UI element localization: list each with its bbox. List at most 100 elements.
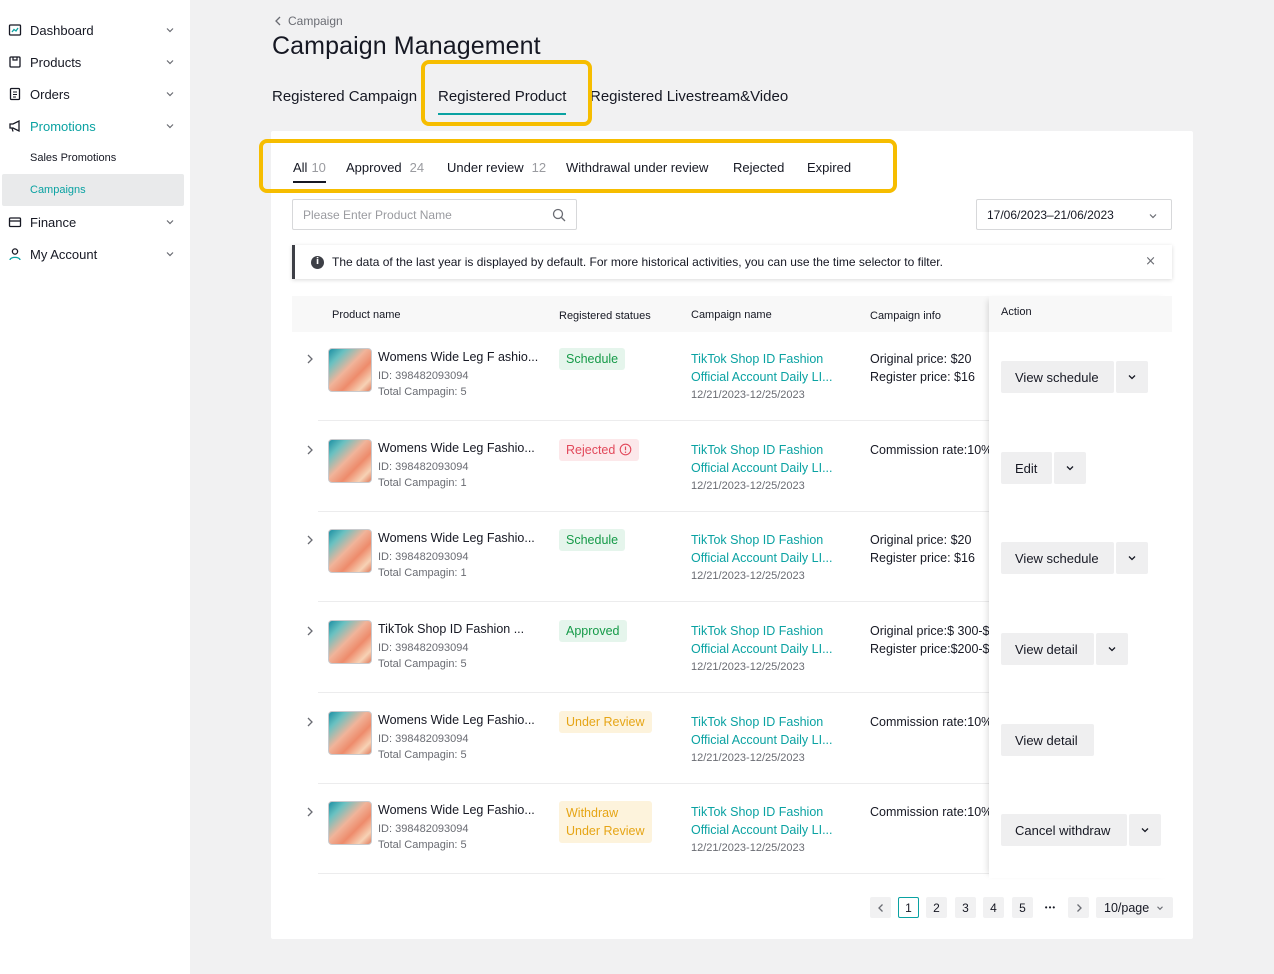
row-action-button[interactable]: View schedule [1001,361,1114,393]
page-button-2[interactable]: 2 [926,897,947,918]
chevron-down-icon [166,60,174,65]
campaign-name-link[interactable]: TikTok Shop ID Fashion Official Account D… [691,531,833,567]
subtab-withdrawal-under-review[interactable]: Withdrawal under review [566,160,708,175]
page-button-4[interactable]: 4 [983,897,1004,918]
orders-icon [8,87,22,101]
campaign-name-line: Official Account Daily LI... [691,461,833,475]
sidebar: Dashboard Products Orders Promotions Sal… [0,0,190,974]
subtab-all[interactable]: All 10 [293,160,326,183]
subtab-rejected[interactable]: Rejected [733,160,784,175]
campaign-info-line: Original price: $20 [870,352,972,366]
campaign-name-link[interactable]: TikTok Shop ID Fashion Official Account D… [691,713,833,749]
campaign-info: Commission rate:10% [870,441,990,459]
campaign-info-line: Original price:$ 300-$ [870,624,990,638]
chevron-right-icon[interactable] [305,716,315,728]
next-page-button[interactable] [1068,897,1089,918]
prev-page-button[interactable] [870,897,891,918]
breadcrumb[interactable]: Campaign [274,14,343,28]
campaign-name-link[interactable]: TikTok Shop ID Fashion Official Account D… [691,441,833,477]
product-name[interactable]: Womens Wide Leg Fashio... [378,441,535,455]
page-button-1[interactable]: 1 [898,897,919,918]
product-thumbnail [328,439,372,483]
subtab-under-review[interactable]: Under review 12 [447,160,546,175]
sidebar-item-dashboard[interactable]: Dashboard [0,14,190,46]
campaign-info-line: Commission rate:10% [870,805,990,819]
campaign-name-link[interactable]: TikTok Shop ID Fashion Official Account D… [691,803,833,839]
product-id: ID: 398482093094 [378,823,469,835]
column-header-campaign-name: Campaign name [691,309,772,321]
subtab-expired[interactable]: Expired [807,160,851,175]
chevron-right-icon[interactable] [305,444,315,456]
campaign-name-line: Official Account Daily LI... [691,370,833,384]
status-label: Schedule [566,533,619,547]
pagination-ellipsis[interactable]: ••• [1040,897,1061,918]
finance-icon [8,215,22,229]
status-badge: Withdraw Under Review [559,801,652,843]
products-icon [8,55,22,69]
sidebar-item-products[interactable]: Products [0,46,190,78]
close-icon[interactable]: × [1145,254,1156,269]
sidebar-subitem-sales-promotions[interactable]: Sales Promotions [0,142,190,174]
campaign-dates: 12/21/2023-12/25/2023 [691,752,805,764]
search-icon[interactable] [552,208,566,222]
row-actions: View schedule [1001,361,1148,393]
row-action-button[interactable]: View schedule [1001,542,1114,574]
tab-registered-campaign[interactable]: Registered Campaign [272,88,417,105]
campaign-name-line: TikTok Shop ID Fashion [691,805,824,819]
campaign-info: Commission rate:10% [870,713,990,731]
sidebar-item-finance[interactable]: Finance [0,206,190,238]
chevron-down-icon [166,28,174,33]
search-input[interactable] [303,207,552,222]
column-header-registered-status: Registered statues [559,310,651,322]
subtab-label: Withdrawal under review [566,160,709,175]
product-thumbnail [328,801,372,845]
product-name[interactable]: Womens Wide Leg Fashio... [378,803,535,817]
campaign-name-link[interactable]: TikTok Shop ID Fashion Official Account D… [691,622,833,658]
campaign-name-link[interactable]: TikTok Shop ID Fashion Official Account D… [691,350,833,386]
info-circle-icon[interactable] [619,443,632,456]
chevron-right-icon[interactable] [305,534,315,546]
campaign-info: Original price: $20 Register price: $16 [870,350,975,386]
sidebar-item-promotions[interactable]: Promotions [0,110,190,142]
row-action-dropdown[interactable] [1096,633,1128,665]
chevron-down-icon [1108,647,1116,652]
page-size-select[interactable]: 10/page [1096,897,1174,918]
tab-registered-livestream-video[interactable]: Registered Livestream&Video [590,88,788,105]
row-action-button[interactable]: Cancel withdraw [1001,814,1127,846]
date-range-picker[interactable]: 17/06/2023–21/06/2023 [976,199,1172,230]
campaign-info-line: Register price: $16 [870,551,975,565]
chevron-right-icon[interactable] [305,353,315,365]
row-action-dropdown[interactable] [1054,452,1086,484]
chevron-down-icon [166,124,174,129]
sidebar-subitem-campaigns[interactable]: Campaigns [2,174,184,206]
status-badge: Schedule [559,348,626,370]
chevron-right-icon[interactable] [305,625,315,637]
product-name[interactable]: Womens Wide Leg F ashio... [378,350,538,364]
row-action-button[interactable]: Edit [1001,452,1052,484]
chevron-right-icon[interactable] [305,806,315,818]
chevron-down-icon [166,252,174,257]
product-name[interactable]: Womens Wide Leg Fashio... [378,713,535,727]
product-name[interactable]: Womens Wide Leg Fashio... [378,531,535,545]
sidebar-item-my-account[interactable]: My Account [0,238,190,270]
tab-registered-product[interactable]: Registered Product [438,88,567,115]
sidebar-item-orders[interactable]: Orders [0,78,190,110]
row-action-dropdown[interactable] [1116,361,1148,393]
chevron-down-icon [1149,214,1157,219]
status-label: Rejected [566,443,616,457]
campaign-dates: 12/21/2023-12/25/2023 [691,661,805,673]
row-action-dropdown[interactable] [1129,814,1161,846]
column-header-campaign-info: Campaign info [870,310,941,322]
product-thumbnail [328,529,372,573]
row-action-button[interactable]: View detail [1001,633,1094,665]
column-header-action: Action [989,296,1172,332]
page-button-5[interactable]: 5 [1012,897,1033,918]
row-actions: View detail [1001,724,1094,756]
sidebar-item-label: Promotions [30,118,96,134]
product-name[interactable]: TikTok Shop ID Fashion ... [378,622,524,636]
row-action-dropdown[interactable] [1116,542,1148,574]
page-button-3[interactable]: 3 [955,897,976,918]
row-action-button[interactable]: View detail [1001,724,1094,756]
row-actions: View schedule [1001,542,1148,574]
subtab-approved[interactable]: Approved 24 [346,160,424,175]
